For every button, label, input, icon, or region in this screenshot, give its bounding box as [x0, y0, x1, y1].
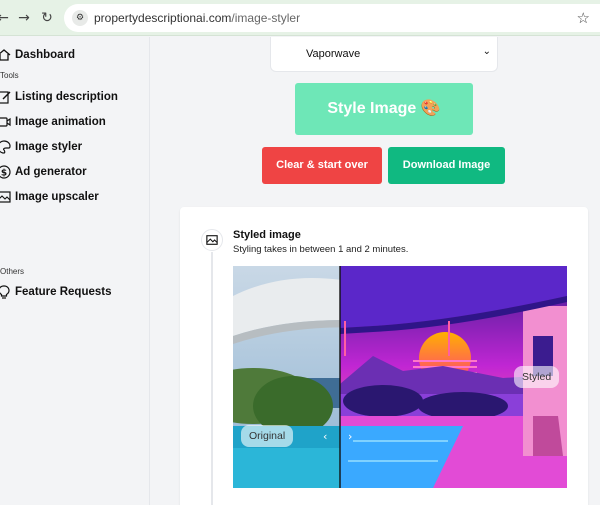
- bookmark-star-icon[interactable]: ☆: [577, 9, 590, 27]
- sidebar-item-image-upscaler[interactable]: Image upscaler: [0, 187, 99, 207]
- sidebar-item-listing-description[interactable]: Listing description: [0, 87, 118, 107]
- edit-icon: [0, 90, 11, 104]
- download-image-button[interactable]: Download Image: [388, 147, 505, 184]
- svg-text:$: $: [1, 169, 7, 179]
- card-subtitle: Styling takes in between 1 and 2 minutes…: [233, 244, 409, 255]
- styled-image-card: Styled image Styling takes in between 1 …: [180, 207, 588, 505]
- image-icon: [201, 229, 223, 251]
- timeline-line: [211, 252, 213, 505]
- styled-label: Styled: [514, 366, 560, 388]
- address-bar[interactable]: ⚙ propertydescriptionai.com/image-styler…: [64, 4, 600, 32]
- url-text: propertydescriptionai.com/image-styler: [94, 11, 301, 25]
- sidebar-item-feature-requests[interactable]: Feature Requests: [0, 282, 112, 302]
- sidebar-item-label: Image styler: [15, 141, 83, 153]
- palette-icon: [0, 140, 11, 154]
- compare-divider[interactable]: [339, 266, 341, 488]
- style-select[interactable]: Vaporwave ⌄: [270, 37, 498, 72]
- sidebar-item-image-animation[interactable]: Image animation: [0, 112, 106, 132]
- forward-icon[interactable]: →: [15, 9, 33, 27]
- sidebar: Dashboard Tools Listing description Imag…: [0, 37, 150, 505]
- sidebar-item-label: Ad generator: [15, 166, 87, 178]
- style-image-button[interactable]: Style Image 🎨: [295, 83, 473, 135]
- clear-start-over-button[interactable]: Clear & start over: [262, 147, 382, 184]
- site-info-icon[interactable]: ⚙: [72, 10, 88, 26]
- sidebar-item-label: Image upscaler: [15, 191, 99, 203]
- browser-toolbar: ← → ↻ ⚙ propertydescriptionai.com/image-…: [0, 0, 600, 36]
- chevron-left-icon[interactable]: ‹: [323, 430, 327, 443]
- tools-heading: Tools: [0, 71, 19, 80]
- chevron-right-icon[interactable]: ›: [348, 430, 352, 443]
- home-icon: [0, 48, 11, 62]
- sidebar-item-label: Image animation: [15, 116, 106, 128]
- dollar-icon: $: [0, 165, 11, 179]
- chevron-down-icon: ⌄: [482, 46, 491, 57]
- reload-icon[interactable]: ↻: [38, 9, 56, 27]
- back-icon[interactable]: ←: [0, 9, 12, 27]
- sidebar-item-ad-generator[interactable]: $ Ad generator: [0, 162, 87, 182]
- sidebar-item-label: Listing description: [15, 91, 118, 103]
- sidebar-item-image-styler[interactable]: Image styler: [0, 137, 82, 157]
- card-title: Styled image: [233, 229, 301, 241]
- sidebar-item-label: Dashboard: [15, 49, 76, 61]
- image-compare-slider[interactable]: Original Styled ‹ ›: [233, 266, 567, 488]
- others-heading: Others: [0, 267, 25, 276]
- style-select-value: Vaporwave: [306, 48, 361, 60]
- sidebar-item-label: Feature Requests: [15, 286, 112, 298]
- original-label: Original: [241, 425, 294, 447]
- video-icon: [0, 115, 11, 129]
- sidebar-item-dashboard[interactable]: Dashboard: [0, 45, 75, 65]
- lightbulb-icon: [0, 285, 11, 299]
- image-icon: [0, 190, 11, 204]
- main-content: Vaporwave ⌄ Style Image 🎨 Clear & start …: [151, 37, 600, 505]
